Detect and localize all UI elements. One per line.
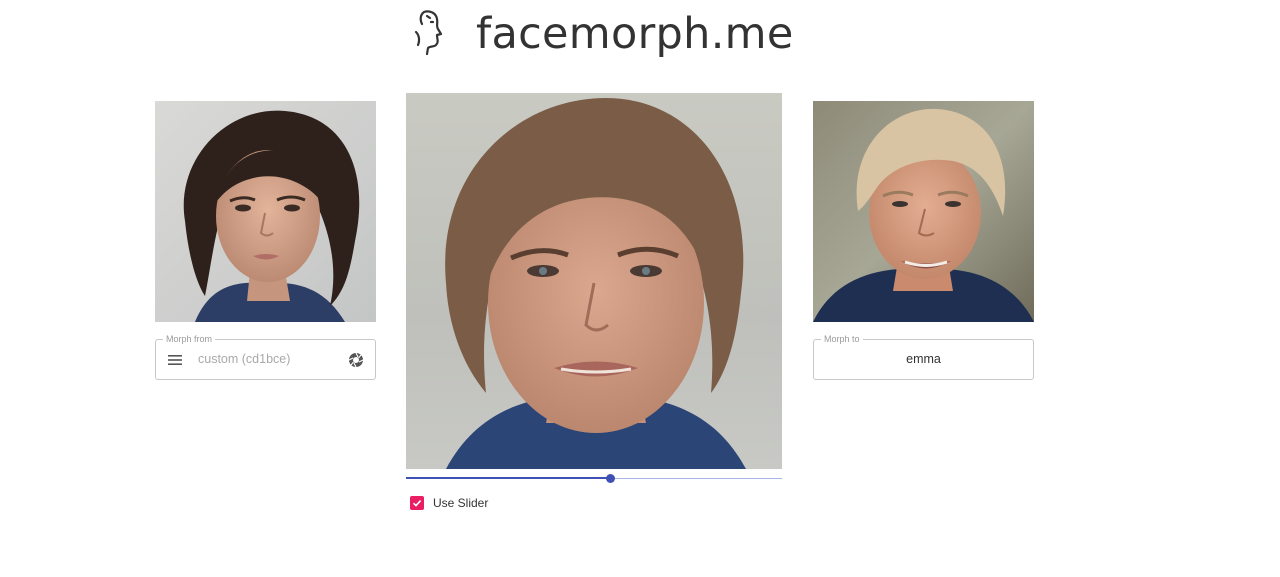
morph-to-field[interactable]: Morph to emma	[813, 333, 1034, 380]
morph-from-label: Morph from	[163, 333, 216, 345]
site-header: facemorph.me	[410, 4, 794, 64]
facemorph-page: facemorph.me Morph from custom (cd1bce) …	[0, 0, 1280, 577]
checkbox-checked-icon[interactable]	[410, 496, 424, 510]
morph-from-field: Morph from custom (cd1bce)	[155, 333, 376, 380]
morph-to-face-image	[813, 101, 1034, 322]
site-title[interactable]: facemorph.me	[476, 9, 794, 59]
camera-shutter-icon[interactable]	[348, 352, 364, 368]
morph-slider[interactable]	[406, 472, 782, 486]
morph-from-input[interactable]: custom (cd1bce)	[198, 352, 290, 366]
use-slider-checkbox[interactable]: Use Slider	[410, 496, 488, 510]
use-slider-label: Use Slider	[433, 496, 489, 510]
face-profile-icon	[414, 10, 443, 56]
morph-to-label: Morph to	[821, 333, 863, 345]
morph-from-face-image	[155, 101, 376, 322]
morph-to-input[interactable]: emma	[814, 352, 1033, 366]
menu-icon[interactable]	[167, 352, 183, 368]
slider-fill	[406, 477, 611, 479]
morph-result-face-image	[406, 93, 782, 469]
slider-thumb[interactable]	[606, 474, 616, 483]
